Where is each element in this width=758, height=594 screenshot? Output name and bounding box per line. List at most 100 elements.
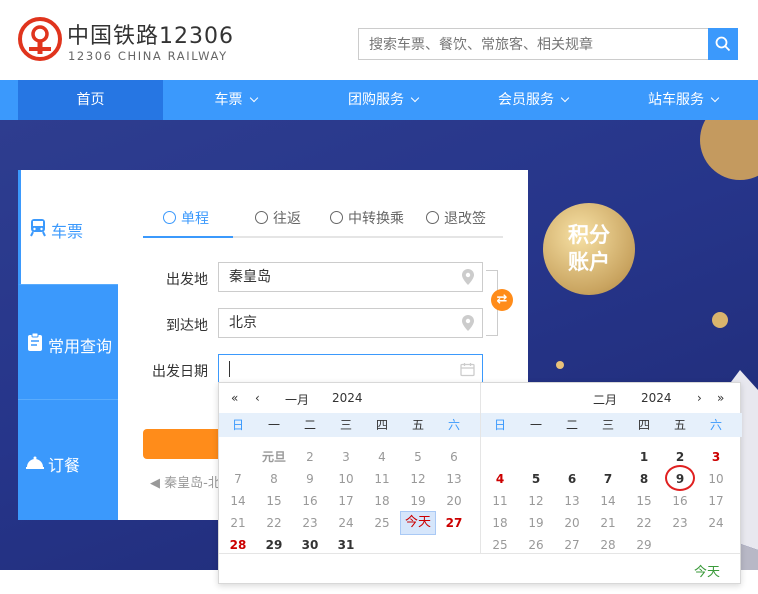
calendar-day[interactable]: 14 — [220, 490, 256, 512]
site-search-input[interactable] — [358, 28, 708, 60]
transfer-icon — [330, 211, 343, 224]
calendar-day[interactable]: 16 — [662, 490, 698, 512]
tab-round-trip[interactable]: 往返 — [255, 208, 301, 236]
side-tab-common-query[interactable]: 常用查询 — [18, 285, 118, 400]
side-tabs: 车票 常用查询 订餐 — [18, 170, 118, 520]
calendar-day[interactable]: 11 — [364, 468, 400, 490]
month-label[interactable]: 二月 — [593, 391, 617, 408]
calendar-day[interactable]: 8 — [626, 468, 662, 490]
calendar-day[interactable]: 2 — [292, 446, 328, 468]
search-history[interactable]: ◀ 秦皇岛-北 — [150, 472, 221, 491]
calendar-day[interactable]: 9 — [292, 468, 328, 490]
trip-mode-tabs: 单程 往返 中转换乘 退改签 — [143, 208, 503, 238]
logo-title[interactable]: 中国铁路12306 — [67, 18, 234, 50]
to-station-input[interactable]: 北京 — [218, 308, 483, 338]
nav-member-service[interactable]: 会员服务 — [458, 80, 608, 120]
calendar-day[interactable]: 15 — [256, 490, 292, 512]
railway-logo-icon[interactable] — [18, 17, 62, 61]
calendar-day[interactable]: 6 — [436, 446, 472, 468]
weekday-label: 日 — [231, 418, 244, 432]
calendar-day[interactable]: 17 — [328, 490, 364, 512]
calendar-day[interactable]: 14 — [590, 490, 626, 512]
tab-label: 退改签 — [444, 211, 486, 227]
calendar-day[interactable]: 12 — [518, 490, 554, 512]
calendar-day[interactable]: 24 — [328, 512, 364, 534]
year-label[interactable]: 2024 — [641, 391, 672, 405]
calendar-day[interactable]: 22 — [626, 512, 662, 534]
chevron-left-icon[interactable]: ‹ — [255, 391, 260, 405]
calendar-day[interactable]: 25 — [364, 512, 400, 534]
calendar-day[interactable]: 17 — [698, 490, 734, 512]
chevron-right-icon[interactable]: › — [697, 391, 702, 405]
calendar-day[interactable]: 5 — [518, 468, 554, 490]
weekday-header: 日一二三四五六 — [219, 413, 480, 437]
main-nav: 首页 车票 团购服务 会员服务 站车服务 — [0, 80, 758, 120]
calendar-day[interactable]: 15 — [626, 490, 662, 512]
calendar-day[interactable]: 18 — [364, 490, 400, 512]
weekday-label: 二 — [303, 418, 316, 432]
month-label[interactable]: 一月 — [285, 391, 309, 408]
calendar-day[interactable]: 22 — [256, 512, 292, 534]
calendar-day[interactable]: 21 — [590, 512, 626, 534]
calendar-day[interactable]: 4 — [364, 446, 400, 468]
calendar-day[interactable]: 7 — [590, 468, 626, 490]
calendar-day[interactable]: 1 — [626, 446, 662, 468]
calendar-day[interactable]: 10 — [698, 468, 734, 490]
calendar-day[interactable]: 23 — [292, 512, 328, 534]
tab-refund-change[interactable]: 退改签 — [426, 208, 486, 236]
calendar-icon[interactable] — [460, 362, 475, 377]
swap-stations-button[interactable]: ⇄ — [491, 289, 513, 311]
calendar-day[interactable]: 20 — [436, 490, 472, 512]
calendar-day[interactable]: 18 — [482, 512, 518, 534]
departure-date-input[interactable] — [218, 354, 483, 384]
calendar-day[interactable]: 23 — [662, 512, 698, 534]
nav-label: 车票 — [214, 92, 243, 108]
tab-transfer[interactable]: 中转换乘 — [330, 208, 404, 236]
weekday-label: 一 — [529, 418, 542, 432]
calendar-day[interactable]: 11 — [482, 490, 518, 512]
year-label[interactable]: 2024 — [332, 391, 363, 405]
calendar-day[interactable]: 3 — [328, 446, 364, 468]
calendar-day[interactable]: 13 — [436, 468, 472, 490]
calendar-day[interactable]: 3 — [698, 446, 734, 468]
calendar-day[interactable]: 6 — [554, 468, 590, 490]
nav-station-service[interactable]: 站车服务 — [608, 80, 758, 120]
from-label: 出发地 — [166, 272, 208, 288]
calendar-day[interactable]: 今天 — [400, 511, 436, 535]
calendar-day[interactable]: 27 — [436, 512, 472, 534]
side-tab-meal[interactable]: 订餐 — [18, 400, 118, 515]
meal-cloche-icon — [26, 456, 44, 469]
side-tab-tickets[interactable]: 车票 — [18, 170, 118, 285]
calendar-day[interactable]: 19 — [400, 490, 436, 512]
calendar-day[interactable]: 8 — [256, 468, 292, 490]
from-station-input[interactable]: 秦皇岛 — [218, 262, 483, 292]
location-pin-icon — [462, 315, 474, 331]
weekday-header: 日一二三四五六 — [481, 413, 742, 437]
calendar-day[interactable]: 12 — [400, 468, 436, 490]
double-chevron-right-icon[interactable]: » — [717, 391, 724, 405]
today-link[interactable]: 今天 — [694, 561, 720, 580]
calendar-day[interactable]: 10 — [328, 468, 364, 490]
tab-label: 往返 — [273, 211, 301, 227]
nav-home[interactable]: 首页 — [18, 80, 163, 120]
calendar-day[interactable]: 4 — [482, 468, 518, 490]
calendar-day[interactable]: 13 — [554, 490, 590, 512]
nav-group-service[interactable]: 团购服务 — [308, 80, 458, 120]
site-search-button[interactable] — [708, 28, 738, 60]
to-label: 到达地 — [166, 318, 208, 334]
nav-tickets[interactable]: 车票 — [163, 80, 308, 120]
calendar-day[interactable]: 19 — [518, 512, 554, 534]
side-tab-label: 常用查询 — [48, 337, 113, 356]
calendar-day[interactable]: 20 — [554, 512, 590, 534]
double-chevron-left-icon[interactable]: « — [231, 391, 238, 405]
calendar-day[interactable]: 5 — [400, 446, 436, 468]
calendar-day[interactable]: 24 — [698, 512, 734, 534]
badge-line: 积分 — [568, 223, 610, 247]
tab-one-way[interactable]: 单程 — [143, 208, 233, 238]
calendar-day[interactable]: 16 — [292, 490, 328, 512]
to-station-value: 北京 — [229, 315, 257, 331]
calendar-day[interactable]: 21 — [220, 512, 256, 534]
points-account-badge[interactable]: 积分 账户 — [543, 203, 635, 295]
calendar-day[interactable]: 7 — [220, 468, 256, 490]
calendar-day[interactable]: 元旦 — [256, 446, 292, 468]
